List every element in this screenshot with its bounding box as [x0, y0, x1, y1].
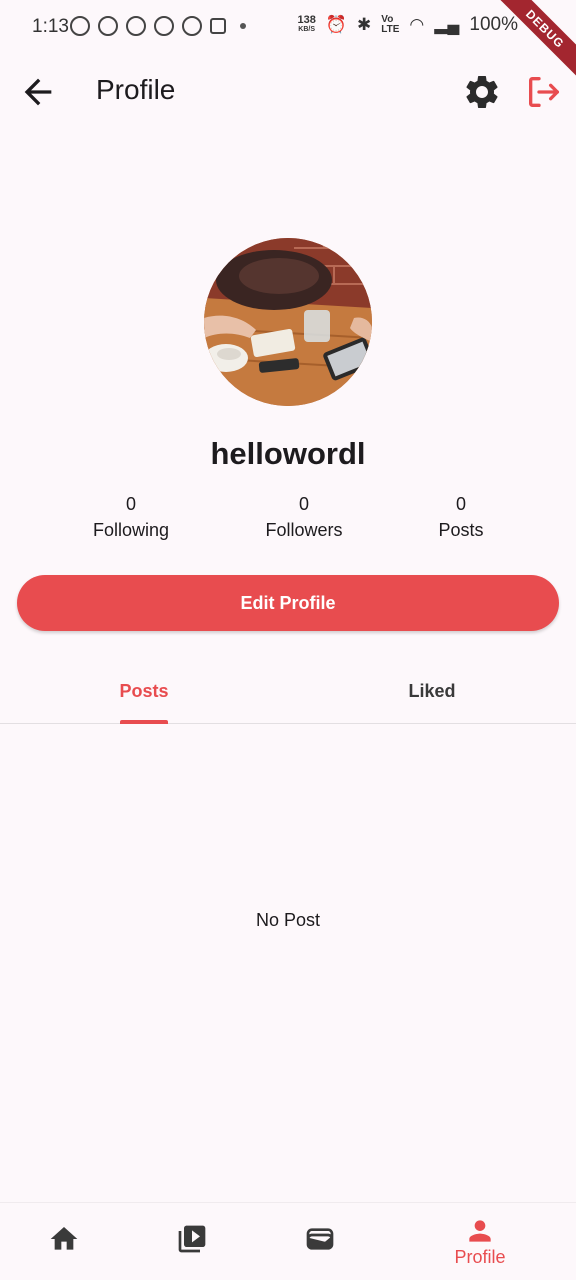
- stat-followers-value: 0: [298, 494, 309, 514]
- stat-following-label: Following: [92, 520, 170, 540]
- notification-icons: [70, 16, 246, 36]
- whatsapp-icon: [126, 16, 146, 36]
- tab-liked[interactable]: Liked: [288, 660, 576, 723]
- app-notification-icon: [210, 18, 226, 34]
- stat-following-value: 0: [125, 494, 136, 514]
- nav-profile-label: Profile: [454, 1247, 506, 1267]
- bottom-navigation: Profile: [0, 1202, 576, 1280]
- profile-avatar[interactable]: [204, 238, 372, 406]
- location-pin-icon: [154, 16, 174, 36]
- network-speed: 138 KB/S: [297, 14, 316, 34]
- gear-icon: [466, 75, 498, 108]
- arrow-back-icon: [24, 78, 52, 106]
- stat-posts-label: Posts: [438, 520, 484, 540]
- more-notifications-dot: [240, 23, 246, 29]
- username: hellowordl: [210, 436, 366, 471]
- record-icon: [182, 16, 202, 36]
- profile-tabs: Posts Liked: [0, 660, 576, 724]
- battery-level: 100%: [469, 14, 518, 35]
- nav-profile[interactable]: Profile: [430, 1203, 530, 1280]
- logout-icon: [529, 77, 559, 108]
- profile-screen: 1:13 138 KB/S ⏰ ✱ VoLTE ◠ ▂▄ 100% DEBUG: [0, 0, 576, 1280]
- system-status-icons: 138 KB/S ⏰ ✱ Vo LTE ◠ ▂▄ 100%: [297, 14, 518, 36]
- person-icon: [469, 1220, 491, 1242]
- app-bar: Profile: [0, 56, 576, 128]
- edit-profile-button[interactable]: Edit Profile: [17, 575, 559, 631]
- settings-button[interactable]: [462, 72, 502, 112]
- stat-posts-value: 0: [455, 494, 466, 514]
- back-button[interactable]: [18, 72, 58, 112]
- home-icon: [50, 1227, 78, 1250]
- tab-indicator: [120, 720, 168, 724]
- stat-followers-label: Followers: [265, 520, 343, 540]
- wallet-icon: [306, 1228, 334, 1250]
- volte-icon: Vo LTE: [381, 14, 400, 35]
- nav-videos[interactable]: [142, 1203, 242, 1280]
- nav-home[interactable]: [14, 1203, 114, 1280]
- nav-wallet[interactable]: [270, 1203, 370, 1280]
- empty-posts-message: No Post: [255, 910, 321, 930]
- avatar-photo: [204, 238, 372, 406]
- wifi-icon: ◠: [409, 15, 425, 34]
- status-bar: 1:13 138 KB/S ⏰ ✱ Vo LTE ◠ ▂▄ 100% DEBUG: [0, 0, 576, 83]
- whatsapp-icon: [98, 16, 118, 36]
- stat-following[interactable]: 0 Following: [61, 494, 201, 541]
- status-time: 1:13: [32, 16, 69, 37]
- tab-posts[interactable]: Posts: [0, 660, 288, 723]
- stat-followers[interactable]: 0 Followers: [234, 494, 374, 541]
- page-title: Profile: [96, 74, 176, 105]
- whatsapp-icon: [70, 16, 90, 36]
- video-library-icon: [178, 1225, 206, 1253]
- logout-button[interactable]: [524, 72, 564, 112]
- alarm-icon: ⏰: [325, 15, 348, 34]
- stat-posts[interactable]: 0 Posts: [391, 494, 531, 541]
- signal-icon: ▂▄: [434, 15, 460, 34]
- bluetooth-icon: ✱: [357, 15, 372, 34]
